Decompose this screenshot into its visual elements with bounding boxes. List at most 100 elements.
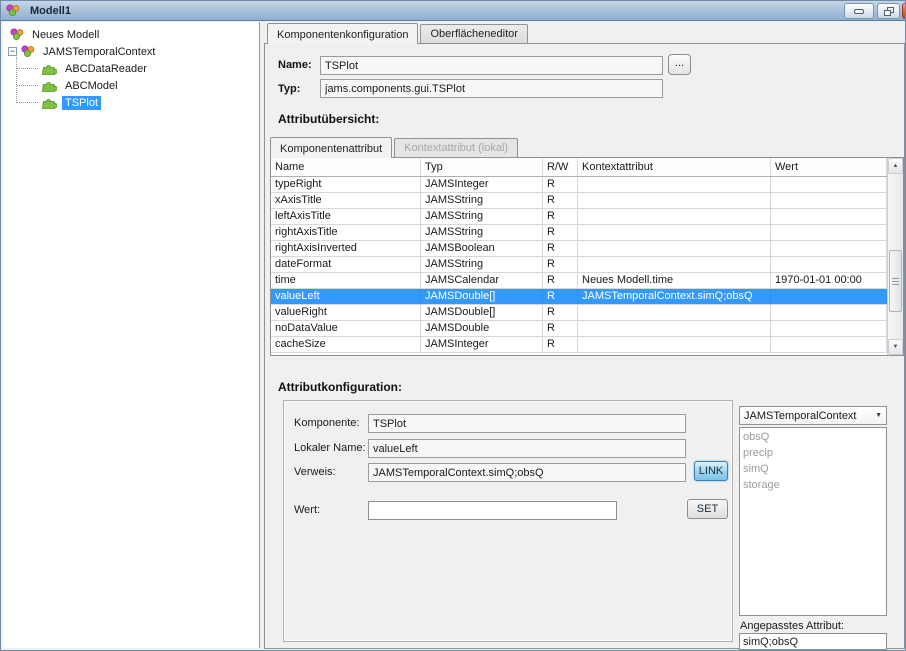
tree-children: ABCDataReader ABCModelTSPlot [3,60,259,111]
table-cell-rw: R [543,305,578,320]
table-cell-rw: R [543,209,578,224]
table-cell-wert [771,321,887,336]
table-row[interactable]: leftAxisTitleJAMSStringR [271,209,887,225]
scroll-down-button[interactable]: ▼ [888,339,903,355]
komponente-input[interactable] [368,414,686,433]
wert-input[interactable] [368,501,617,520]
attribute-overview-heading: Attributübersicht: [278,112,379,126]
chevron-down-icon: ▼ [875,412,882,419]
table-cell-name: valueLeft [271,289,421,304]
tree-item-label: ABCDataReader [62,62,150,76]
tree-item-context[interactable]: − JAMSTemporalContext [3,43,259,60]
table-cell-wert [771,225,887,240]
tab-kontextattribut-lokal[interactable]: Kontextattribut (lokal) [394,138,518,157]
tree-item-abcmodel[interactable]: ABCModel [3,77,259,94]
browse-button[interactable]: ... [668,54,691,75]
table-cell-rw: R [543,321,578,336]
header-cell-rw[interactable]: R/W [543,158,578,176]
component-icon [42,97,57,109]
context-dropdown-value: JAMSTemporalContext [744,410,872,422]
table-cell-typ: JAMSDouble[] [421,289,543,304]
table-cell-name: time [271,273,421,288]
top-tab-strip: Komponentenkonfiguration Oberflächenedit… [267,23,530,43]
komponente-label: Komponente: [294,417,359,429]
tree-item-label: Neues Modell [29,28,102,42]
set-button[interactable]: SET [687,499,728,519]
table-cell-rw: R [543,289,578,304]
header-cell-name[interactable]: Name [271,158,421,176]
attribute-table-main: Name Typ R/W Kontextattribut Wert typeRi… [271,158,887,355]
collapse-toggle-icon[interactable]: − [8,47,17,56]
link-button[interactable]: LINK [694,461,728,481]
tab-komponentenattribut[interactable]: Komponentenattribut [270,137,392,158]
table-cell-rw: R [543,177,578,192]
model-icon [21,45,35,58]
header-cell-kontextattribut[interactable]: Kontextattribut [578,158,771,176]
model-tree[interactable]: Neues Modell − JAMSTemporalContext ABCDa… [3,22,260,648]
table-cell-typ: JAMSDouble [421,321,543,336]
custom-attribute-label: Angepasstes Attribut: [740,620,844,632]
tab-oberflaecheneditor[interactable]: Oberflächeneditor [420,24,527,43]
list-item-simq[interactable]: simQ [740,461,886,477]
table-cell-name: cacheSize [271,337,421,352]
table-row[interactable]: cacheSizeJAMSIntegerR [271,337,887,353]
table-row[interactable]: noDataValueJAMSDoubleR [271,321,887,337]
tree-item-root[interactable]: Neues Modell [3,26,259,43]
tab-komponentenkonfiguration[interactable]: Komponentenkonfiguration [267,23,418,44]
table-cell-kontext [578,177,771,192]
verweis-label: Verweis: [294,466,336,478]
table-cell-kontext [578,337,771,352]
table-cell-kontext [578,193,771,208]
table-row[interactable]: xAxisTitleJAMSStringR [271,193,887,209]
table-cell-wert [771,177,887,192]
table-cell-typ: JAMSString [421,193,543,208]
attribute-table-body: typeRightJAMSIntegerRxAxisTitleJAMSStrin… [271,177,887,353]
window-title: Modell1 [30,5,71,17]
titlebar[interactable]: Modell1 [1,1,905,21]
list-item-storage[interactable]: storage [740,477,886,493]
context-dropdown[interactable]: JAMSTemporalContext ▼ [739,406,887,425]
table-cell-typ: JAMSString [421,225,543,240]
list-item-obsq[interactable]: obsQ [740,429,886,445]
table-cell-typ: JAMSInteger [421,177,543,192]
tree-item-abcdatareader[interactable]: ABCDataReader [3,60,259,77]
table-row[interactable]: typeRightJAMSIntegerR [271,177,887,193]
list-item-precip[interactable]: precip [740,445,886,461]
table-row[interactable]: dateFormatJAMSStringR [271,257,887,273]
table-cell-wert [771,337,887,352]
table-cell-wert: 1970-01-01 00:00 [771,273,887,288]
table-cell-name: xAxisTitle [271,193,421,208]
minimize-button[interactable] [844,3,874,19]
header-cell-typ[interactable]: Typ [421,158,543,176]
header-cell-wert[interactable]: Wert [771,158,887,176]
lokaler-name-input[interactable] [368,439,686,458]
table-cell-name: rightAxisInverted [271,241,421,256]
table-row[interactable]: rightAxisTitleJAMSStringR [271,225,887,241]
table-cell-name: rightAxisTitle [271,225,421,240]
table-cell-typ: JAMSInteger [421,337,543,352]
table-cell-name: dateFormat [271,257,421,272]
table-row[interactable]: valueLeftJAMSDouble[]RJAMSTemporalContex… [271,289,887,305]
ellipsis-icon: ... [675,57,684,69]
custom-attribute-input[interactable] [739,633,887,650]
restore-button[interactable] [877,3,900,19]
internal-frame: Modell1 ✕ Neues Modell − [0,0,906,651]
table-cell-wert [771,193,887,208]
context-attribute-list[interactable]: obsQprecipsimQstorage [739,427,887,616]
scrollbar-thumb[interactable] [889,250,902,312]
tree-item-tsplot[interactable]: TSPlot [3,94,259,111]
lokaler-name-label: Lokaler Name: [294,442,366,454]
table-row[interactable]: rightAxisInvertedJAMSBooleanR [271,241,887,257]
table-row[interactable]: valueRightJAMSDouble[]R [271,305,887,321]
table-cell-name: valueRight [271,305,421,320]
table-cell-typ: JAMSCalendar [421,273,543,288]
verweis-input[interactable] [368,463,686,482]
table-row[interactable]: timeJAMSCalendarRNeues Modell.time1970-0… [271,273,887,289]
component-icon [42,80,57,92]
name-input[interactable] [320,56,663,75]
tree-item-label: ABCModel [62,79,121,93]
typ-input[interactable] [320,79,663,98]
close-button[interactable]: ✕ [902,3,906,19]
table-scrollbar[interactable]: ▲ ▼ [887,158,903,355]
scroll-up-button[interactable]: ▲ [888,158,903,174]
